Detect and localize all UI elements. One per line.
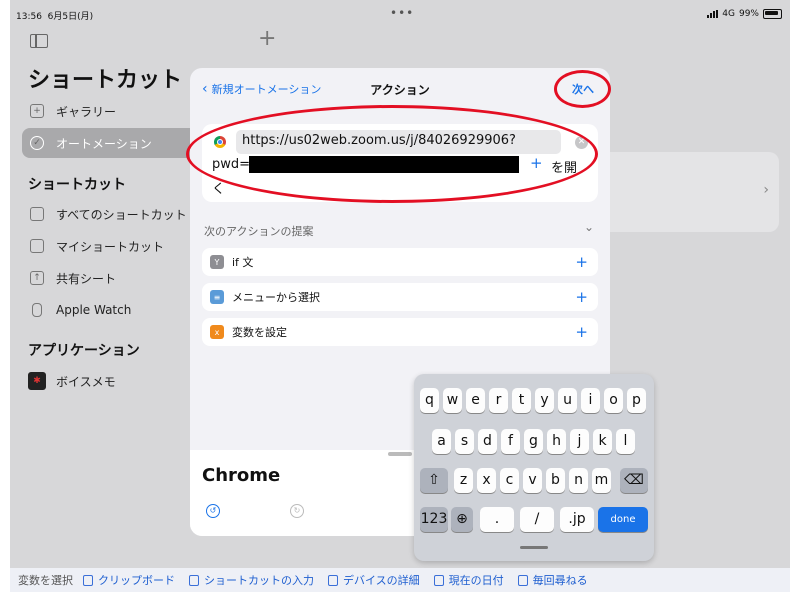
my-shortcuts-icon (30, 239, 44, 253)
status-bar: 13:56 6月5日(月) ••• 4G 99% (10, 0, 790, 28)
undo-icon[interactable]: ↺ (206, 504, 220, 518)
add-suggestion-icon[interactable]: + (575, 288, 588, 306)
key-z[interactable]: z (454, 468, 473, 493)
modal-title: アクション (370, 83, 430, 97)
key-r[interactable]: r (489, 388, 508, 413)
menu-icon: ≡ (210, 290, 224, 304)
stack-icon (30, 207, 44, 221)
battery-label: 99% (738, 9, 759, 19)
voice-memo-icon: ✱ (28, 372, 46, 390)
floating-keyboard: q w e r t y u i o p a s d f g h j k l ⇧ z x c v b n m ⌫ 123 ⊕. / .jp don… (414, 374, 654, 561)
suggestion-set-variable[interactable]: x 変数を設定 + (202, 318, 598, 346)
watch-icon (32, 303, 42, 317)
gallery-icon: + (30, 104, 44, 118)
suggestion-label: if 文 (232, 256, 254, 269)
key-slash[interactable]: / (520, 507, 554, 532)
suggestion-label: メニューから選択 (232, 291, 320, 304)
key-g[interactable]: g (524, 429, 543, 454)
keyboard-handle[interactable] (520, 546, 548, 549)
key-n[interactable]: n (569, 468, 588, 493)
status-time: 13:56 6月5日(月) (16, 12, 94, 22)
variable-icon: x (210, 325, 224, 339)
variable-shortcut-input[interactable]: ショートカットの入力 (189, 572, 314, 588)
key-l[interactable]: l (616, 429, 635, 454)
add-suggestion-icon[interactable]: + (575, 323, 588, 341)
chevron-right-icon: › (763, 182, 769, 198)
key-x[interactable]: x (477, 468, 496, 493)
shift-key-icon[interactable]: ⇧ (420, 468, 448, 493)
section-shortcuts: ショートカット (28, 177, 126, 193)
speech-bubble-icon (517, 574, 528, 586)
key-m[interactable]: m (592, 468, 611, 493)
sidebar-item-label: ギャラリー (56, 104, 117, 119)
suggestion-choose-menu[interactable]: ≡ メニューから選択 + (202, 283, 598, 311)
key-f[interactable]: f (501, 429, 520, 454)
sidebar-item-label: オートメーション (56, 136, 152, 151)
annotation-circle-next (554, 70, 611, 108)
clipboard-icon (83, 574, 93, 586)
suggestion-label: 変数を設定 (232, 326, 287, 339)
modal-nav-bar: ‹ 新規オートメーション アクション 次へ (190, 68, 610, 108)
key-t[interactable]: t (512, 388, 531, 413)
sidebar-title: ショートカット (28, 68, 183, 93)
variables-bar: 変数を選択 クリップボード ショートカットの入力 デバイスの詳細 現在の日付 毎… (10, 568, 790, 592)
key-a[interactable]: a (432, 429, 451, 454)
key-123[interactable]: 123 (420, 507, 448, 532)
suggestions-header: 次のアクションの提案 (204, 225, 314, 238)
key-dot[interactable]: . (480, 507, 514, 532)
app-title: Chrome (202, 465, 281, 486)
variable-current-date[interactable]: 現在の日付 (433, 572, 504, 588)
input-icon (189, 574, 199, 586)
battery-icon (763, 9, 782, 19)
globe-key-icon[interactable]: ⊕ (451, 507, 473, 532)
key-h[interactable]: h (547, 429, 566, 454)
sidebar-item-label: すべてのショートカット (56, 207, 187, 222)
sidebar-item-label: Apple Watch (56, 303, 132, 317)
key-q[interactable]: q (420, 388, 439, 413)
signal-icon (707, 10, 719, 18)
key-o[interactable]: o (604, 388, 623, 413)
status-right: 4G 99% (707, 9, 782, 19)
key-k[interactable]: k (593, 429, 612, 454)
done-key[interactable]: done (598, 507, 648, 532)
collapse-suggestions-icon[interactable]: ⌄ (584, 220, 594, 234)
panel-handle[interactable] (388, 452, 412, 456)
key-u[interactable]: u (558, 388, 577, 413)
key-b[interactable]: b (546, 468, 565, 493)
variable-device-details[interactable]: デバイスの詳細 (328, 572, 420, 588)
key-i[interactable]: i (581, 388, 600, 413)
annotation-circle-url (186, 105, 598, 203)
variable-ask-each-time[interactable]: 毎回尋ねる (517, 572, 588, 588)
redo-icon[interactable]: ↻ (290, 504, 304, 518)
key-c[interactable]: c (500, 468, 519, 493)
key-y[interactable]: y (535, 388, 554, 413)
variables-label: 変数を選択 (18, 574, 73, 587)
suggestion-if[interactable]: Y if 文 + (202, 248, 598, 276)
key-e[interactable]: e (466, 388, 485, 413)
network-label: 4G (722, 9, 735, 19)
variable-clipboard[interactable]: クリップボード (83, 572, 175, 588)
sidebar-item-label: 共有シート (56, 271, 117, 286)
share-icon: ↑ (30, 271, 44, 285)
section-applications: アプリケーション (28, 343, 140, 359)
clock-icon: ✓ (30, 136, 44, 150)
calendar-icon (433, 574, 444, 586)
key-jp[interactable]: .jp (560, 507, 594, 532)
add-suggestion-icon[interactable]: + (575, 253, 588, 271)
sidebar-item-label: マイショートカット (56, 239, 165, 254)
add-automation-icon[interactable]: + (258, 26, 276, 51)
sidebar-item-label: ボイスメモ (56, 374, 116, 389)
if-icon: Y (210, 255, 224, 269)
backspace-key-icon[interactable]: ⌫ (620, 468, 648, 493)
key-p[interactable]: p (627, 388, 646, 413)
multitask-dots[interactable]: ••• (390, 6, 414, 20)
key-d[interactable]: d (478, 429, 497, 454)
sidebar-toggle-icon[interactable] (30, 34, 48, 48)
key-s[interactable]: s (455, 429, 474, 454)
key-w[interactable]: w (443, 388, 462, 413)
key-v[interactable]: v (523, 468, 542, 493)
device-icon (328, 574, 338, 586)
key-j[interactable]: j (570, 429, 589, 454)
